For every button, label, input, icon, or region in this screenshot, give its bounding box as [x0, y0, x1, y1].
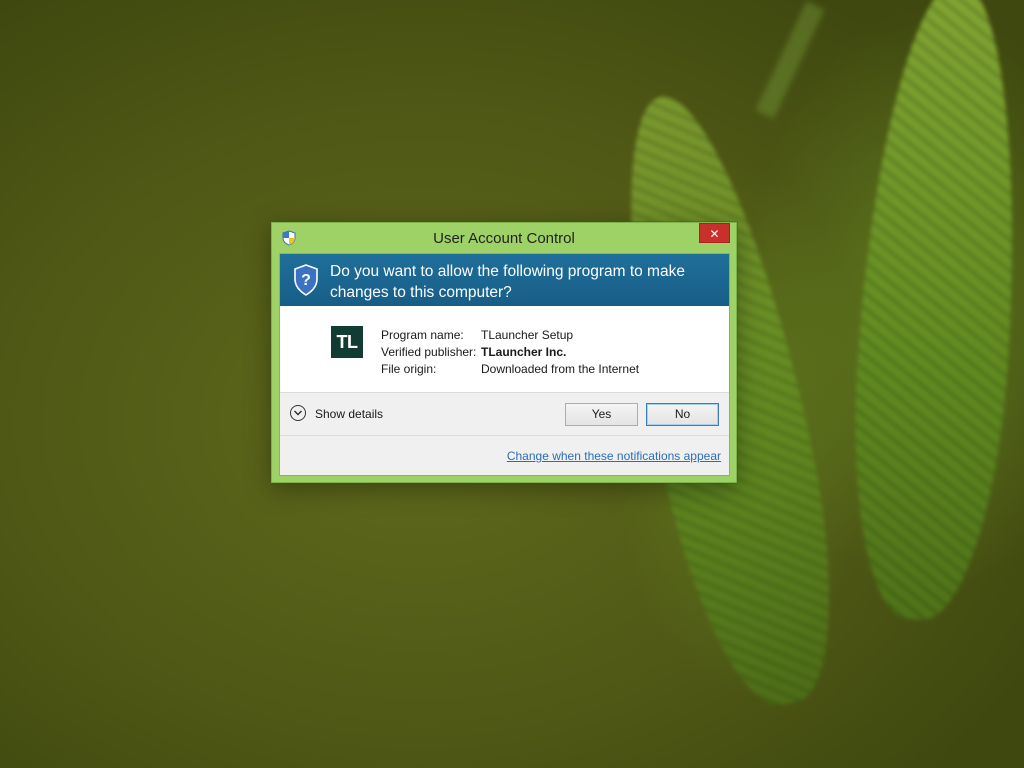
program-name-label: Program name:: [381, 328, 464, 342]
window-title: User Account Control: [433, 230, 575, 247]
show-details-toggle[interactable]: Show details: [290, 405, 410, 425]
action-bar: Show details Yes No: [280, 392, 729, 436]
uac-dialog: User Account Control ✕ ? Do you want to …: [271, 222, 737, 483]
close-icon: ✕: [709, 227, 720, 241]
yes-button[interactable]: Yes: [565, 403, 638, 426]
wallpaper-leaf: [839, 0, 1024, 625]
uac-shield-icon: ?: [293, 264, 319, 296]
program-name-value: TLauncher Setup: [481, 328, 574, 342]
change-notifications-link[interactable]: Change when these notifications appear: [507, 449, 721, 463]
publisher-value: TLauncher Inc.: [481, 345, 567, 359]
publisher-label: Verified publisher:: [381, 345, 477, 359]
program-info: TL Program name: TLauncher Setup Verifie…: [280, 306, 729, 392]
close-button[interactable]: ✕: [699, 223, 730, 243]
file-origin-label: File origin:: [381, 362, 437, 376]
no-button[interactable]: No: [646, 403, 719, 426]
title-bar[interactable]: User Account Control ✕: [272, 223, 736, 253]
prompt-question: Do you want to allow the following progr…: [330, 263, 685, 301]
tlauncher-app-icon: TL: [331, 326, 363, 358]
show-details-label: Show details: [315, 407, 384, 421]
svg-text:?: ?: [301, 272, 311, 289]
prompt-header: ? Do you want to allow the following pro…: [280, 254, 729, 306]
wallpaper-stem: [755, 1, 825, 119]
file-origin-value: Downloaded from the Internet: [481, 362, 640, 376]
dialog-body: ? Do you want to allow the following pro…: [279, 253, 730, 476]
chevron-down-icon: [290, 405, 306, 421]
dialog-footer: Change when these notifications appear: [280, 436, 729, 475]
